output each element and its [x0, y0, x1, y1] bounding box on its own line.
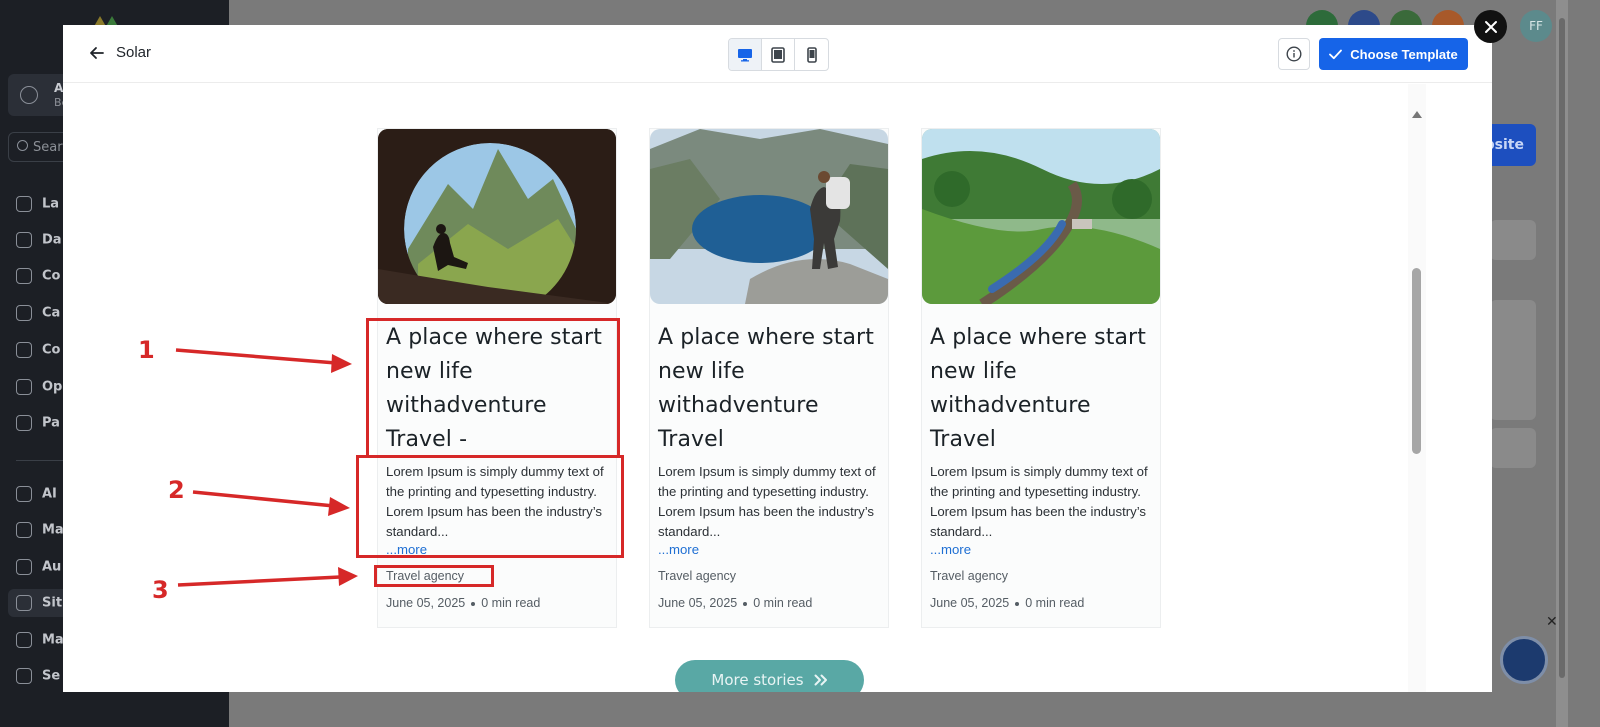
background-panel	[1490, 300, 1536, 420]
sidebar-item: Co	[16, 342, 60, 358]
check-icon	[1329, 49, 1343, 59]
desktop-icon	[738, 48, 752, 61]
close-modal-button[interactable]	[1474, 10, 1507, 43]
story-read-time: 0 min read	[481, 596, 541, 610]
info-button[interactable]	[1278, 38, 1310, 70]
page-scrollbar	[1556, 0, 1568, 727]
modal-header: Solar Choose Template	[63, 25, 1492, 83]
scrollbar-thumb[interactable]	[1412, 268, 1421, 454]
story-category: Travel agency	[930, 569, 1009, 583]
template-preview-area: A place where start new life withadventu…	[63, 84, 1492, 692]
back-button[interactable]	[87, 43, 107, 63]
story-read-time: 0 min read	[1025, 596, 1085, 610]
story-date: June 05, 2025	[386, 596, 466, 610]
mobile-icon	[806, 46, 817, 63]
story-date: June 05, 2025	[930, 596, 1010, 610]
annotation-number-2: 2	[168, 476, 185, 504]
story-card[interactable]: A place where start new life withadventu…	[649, 128, 889, 628]
story-title: A place where start new life withadventu…	[658, 325, 874, 452]
more-stories-label: More stories	[711, 671, 804, 689]
user-icon	[20, 86, 38, 104]
story-image-cave	[378, 129, 616, 304]
story-meta: June 05, 2025 0 min read	[930, 596, 1084, 610]
close-icon	[1484, 20, 1497, 33]
arrow-left-icon	[90, 47, 104, 59]
choose-template-button[interactable]: Choose Template	[1319, 38, 1468, 70]
sidebar-item: Ma	[16, 522, 64, 538]
more-stories-button[interactable]: More stories	[675, 660, 864, 692]
sidebar-item: Se	[16, 668, 60, 684]
background-panel	[1490, 428, 1536, 468]
story-read-time: 0 min read	[753, 596, 813, 610]
avatar: FF	[1520, 10, 1552, 42]
story-excerpt: Lorem Ipsum is simply dummy text of the …	[658, 464, 876, 539]
background-panel	[1490, 220, 1536, 260]
scroll-up-arrow-icon[interactable]	[1412, 111, 1422, 118]
sidebar-item: Da	[16, 232, 62, 248]
story-meta: June 05, 2025 0 min read	[386, 596, 540, 610]
story-card[interactable]: A place where start new life withadventu…	[921, 128, 1161, 628]
sidebar-item: La	[16, 196, 59, 212]
rocket-icon	[1500, 636, 1548, 684]
sidebar-item: Ca	[16, 305, 60, 321]
device-toggle	[728, 38, 829, 71]
sidebar-item: Ma	[16, 632, 64, 648]
choose-template-label: Choose Template	[1350, 46, 1458, 62]
sidebar-search-placeholder: Sear	[33, 140, 63, 155]
sidebar-item: Op	[16, 379, 62, 395]
story-title: A place where start new life withadventu…	[930, 325, 1146, 452]
annotation-number-1: 1	[138, 336, 155, 364]
template-preview-modal: Solar Choose Template A place where star…	[63, 25, 1492, 692]
annotation-number-3: 3	[152, 576, 169, 604]
search-icon	[17, 140, 28, 151]
story-meta: June 05, 2025 0 min read	[658, 596, 812, 610]
story-image-lake	[650, 129, 888, 304]
sidebar-item: Au	[16, 559, 61, 575]
story-category: Travel agency	[658, 569, 737, 583]
story-excerpt: Lorem Ipsum is simply dummy text of the …	[930, 464, 1148, 539]
mobile-view-button[interactable]	[795, 39, 828, 70]
modal-title: Solar	[116, 44, 152, 61]
annotation-box-category	[374, 565, 494, 587]
annotation-box-title	[366, 318, 620, 458]
info-icon	[1286, 46, 1302, 62]
desktop-view-button[interactable]	[729, 39, 762, 70]
story-date: June 05, 2025	[658, 596, 738, 610]
sidebar-item: Pa	[16, 415, 60, 431]
tablet-view-button[interactable]	[762, 39, 795, 70]
story-image-train	[922, 129, 1160, 304]
double-chevron-right-icon	[814, 674, 827, 686]
sidebar-item: Co	[16, 268, 60, 284]
read-more-link[interactable]: ...more	[930, 542, 971, 557]
preview-scrollbar[interactable]	[1408, 84, 1426, 692]
read-more-link[interactable]: ...more	[658, 542, 699, 557]
annotation-box-excerpt	[356, 455, 624, 558]
sidebar-item: AI	[16, 486, 57, 502]
tablet-icon	[771, 46, 785, 63]
